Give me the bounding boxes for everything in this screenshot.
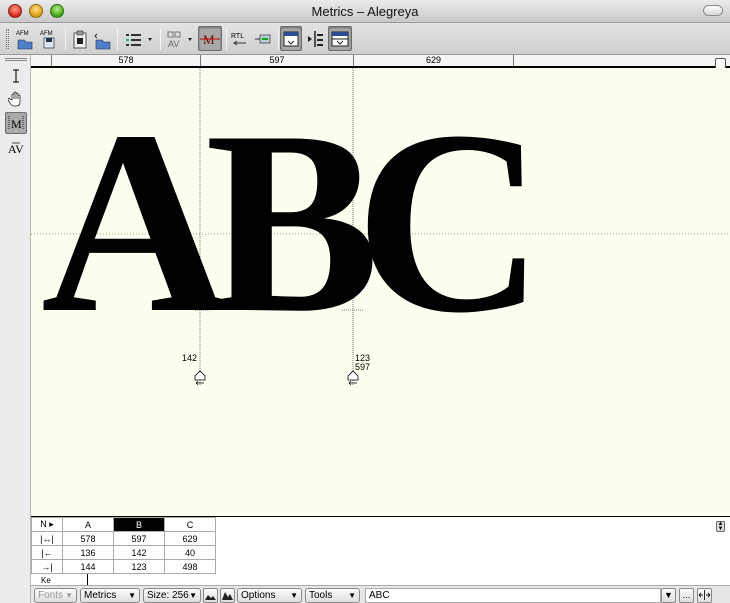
size-popup[interactable]: Size: 256 ▼ bbox=[143, 588, 201, 603]
svg-text:AV: AV bbox=[8, 142, 24, 156]
sidebearing-handle-b[interactable] bbox=[194, 370, 206, 386]
table-cell[interactable]: 123 bbox=[113, 559, 165, 574]
column-header-b[interactable]: B bbox=[113, 517, 165, 532]
table-cell[interactable]: 597 bbox=[113, 531, 165, 546]
sidebearing-handle-c[interactable] bbox=[347, 370, 359, 386]
left-bearing-label-b: 142 bbox=[182, 353, 198, 363]
panel-stepper[interactable]: ▲ ▼ bbox=[716, 521, 725, 532]
left-bearing-icon: |← bbox=[31, 545, 63, 560]
align-glyphs-icon[interactable] bbox=[304, 26, 326, 51]
table-cell[interactable]: 142 bbox=[113, 545, 165, 560]
table-cell[interactable]: 498 bbox=[164, 559, 216, 574]
toolbar-separator bbox=[160, 28, 161, 50]
palette-grip bbox=[5, 58, 27, 61]
ruler-value-a: 578 bbox=[51, 55, 200, 66]
hand-tool-icon[interactable] bbox=[5, 88, 27, 110]
tool-palette: M AV bbox=[0, 55, 31, 603]
chevron-down-icon: ▼ bbox=[189, 591, 197, 600]
small-glyphs-button[interactable] bbox=[203, 588, 218, 603]
chevron-down-icon: ▼ bbox=[290, 591, 298, 600]
chevron-down-icon: ▼ bbox=[65, 591, 73, 600]
size-popup-label: Size: 256 bbox=[147, 590, 189, 601]
table-row: |↔| 578 597 629 bbox=[31, 531, 216, 546]
text-cursor-tool-icon[interactable] bbox=[5, 65, 27, 87]
table-cell[interactable]: 144 bbox=[62, 559, 114, 574]
toolbar-toggle-button[interactable] bbox=[703, 5, 723, 16]
large-glyphs-button[interactable] bbox=[220, 588, 235, 603]
right-bearing-icon: →| bbox=[31, 559, 63, 574]
glyph-c[interactable]: C bbox=[355, 77, 544, 367]
metrics-ruler: 578 597 629 bbox=[31, 55, 730, 68]
metrics-popup[interactable]: Metrics ▼ bbox=[80, 588, 140, 603]
export-afm-icon[interactable]: AFM bbox=[38, 26, 60, 51]
svg-text:AV: AV bbox=[168, 39, 179, 49]
advance-label-c: 597 bbox=[355, 362, 371, 372]
tools-popup[interactable]: Tools ▼ bbox=[305, 588, 360, 603]
table-row: |← 136 142 40 bbox=[31, 545, 216, 560]
kern-label: Ke bbox=[41, 576, 51, 585]
fonts-popup-label: Fonts bbox=[38, 590, 64, 601]
svg-text:AFM: AFM bbox=[16, 31, 29, 37]
ruler-end-tick bbox=[513, 55, 514, 66]
table-cell[interactable]: 136 bbox=[62, 545, 114, 560]
more-button[interactable]: ... bbox=[679, 588, 694, 603]
svg-text:AFM: AFM bbox=[40, 31, 53, 37]
options-popup-label: Options bbox=[241, 590, 276, 601]
title-bar: Metrics – Alegreya bbox=[0, 0, 730, 23]
glyph-list-menu-icon[interactable] bbox=[122, 26, 156, 51]
show-window-icon[interactable] bbox=[280, 26, 302, 51]
metrics-popup-label: Metrics bbox=[84, 590, 117, 601]
options-popup[interactable]: Options ▼ bbox=[237, 588, 302, 603]
toolbar-separator bbox=[65, 28, 66, 50]
svg-text:RTL: RTL bbox=[231, 33, 244, 40]
table-cell[interactable]: 40 bbox=[164, 545, 216, 560]
metrics-table: N ▸ A B C |↔| 578 597 629 |← 136 142 40 … bbox=[31, 517, 216, 574]
glyph-a[interactable]: A bbox=[41, 77, 230, 367]
glyph-b[interactable]: B bbox=[205, 77, 380, 367]
metrics-table-panel: N ▸ A B C |↔| 578 597 629 |← 136 142 40 … bbox=[31, 516, 730, 586]
chevron-down-icon: ▼ bbox=[128, 591, 136, 600]
window-title: Metrics – Alegreya bbox=[311, 4, 419, 19]
import-afm-icon[interactable]: AFM bbox=[14, 26, 36, 51]
toolbar-separator bbox=[117, 28, 118, 50]
advance-width-icon: |↔| bbox=[31, 531, 63, 546]
metrics-mode-button[interactable]: M bbox=[198, 26, 222, 51]
metrics-canvas[interactable]: A B C 142 123 597 bbox=[31, 68, 730, 516]
ruler-value-c: 629 bbox=[353, 55, 513, 66]
table-row: →| 144 123 498 bbox=[31, 559, 216, 574]
open-folder-icon[interactable] bbox=[92, 26, 114, 51]
writing-direction-icon[interactable] bbox=[697, 588, 712, 603]
text-history-button[interactable]: ▼ bbox=[661, 588, 676, 603]
table-corner[interactable]: N ▸ bbox=[31, 517, 63, 532]
table-cell[interactable]: 578 bbox=[62, 531, 114, 546]
toolbar-grip bbox=[6, 29, 9, 49]
vertical-metrics-icon[interactable] bbox=[253, 26, 275, 51]
tools-popup-label: Tools bbox=[309, 590, 333, 601]
toolbar: AFM AFM AV M RTL bbox=[0, 23, 730, 55]
sample-text-field[interactable]: ABC bbox=[365, 588, 661, 603]
paste-metrics-icon[interactable] bbox=[70, 26, 90, 51]
status-bar: Fonts ▼ Metrics ▼ Size: 256 ▼ Options ▼ Tool… bbox=[31, 585, 730, 603]
chevron-down-icon: ▼ bbox=[348, 591, 356, 600]
column-header-c[interactable]: C bbox=[164, 517, 216, 532]
svg-text:M: M bbox=[11, 117, 22, 131]
column-header-a[interactable]: A bbox=[62, 517, 114, 532]
ruler-value-b: 597 bbox=[200, 55, 353, 66]
toolbar-separator bbox=[226, 28, 227, 50]
fonts-popup[interactable]: Fonts ▼ bbox=[34, 588, 77, 603]
rtl-icon[interactable]: RTL bbox=[229, 26, 251, 51]
table-cell[interactable]: 629 bbox=[164, 531, 216, 546]
show-table-icon[interactable] bbox=[328, 26, 352, 51]
kerning-tool-icon[interactable]: AV bbox=[5, 137, 27, 159]
metrics-tool-icon[interactable]: M bbox=[5, 112, 27, 134]
toolbar-separator bbox=[278, 28, 279, 50]
kerning-menu-icon[interactable]: AV bbox=[164, 26, 196, 51]
